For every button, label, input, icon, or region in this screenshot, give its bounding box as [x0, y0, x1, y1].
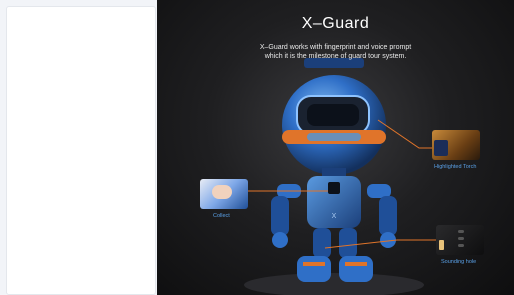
hero-title: X–Guard	[301, 15, 370, 32]
collect-label: Collect	[213, 213, 230, 219]
collect-thumbnail	[200, 179, 248, 209]
left-panel	[6, 6, 156, 295]
torch-label: Highlighted Torch	[434, 164, 477, 170]
sounding-hole-thumbnail	[436, 225, 484, 255]
hero-subtitle: X–Guard works with fingerprint and voice…	[157, 43, 514, 61]
svg-text:X: X	[332, 213, 337, 220]
torch-thumbnail	[432, 130, 480, 160]
hero-subtitle-line-2: which it is the milestone of guard tour …	[264, 53, 407, 60]
torch-callout-line	[377, 119, 436, 149]
hero-subtitle-line-1: X–Guard works with fingerprint and voice…	[259, 44, 412, 51]
product-hero: X X–Guard X–Guard works with fingerprint…	[157, 0, 514, 295]
sounding-hole-label: Sounding hole	[441, 259, 477, 265]
